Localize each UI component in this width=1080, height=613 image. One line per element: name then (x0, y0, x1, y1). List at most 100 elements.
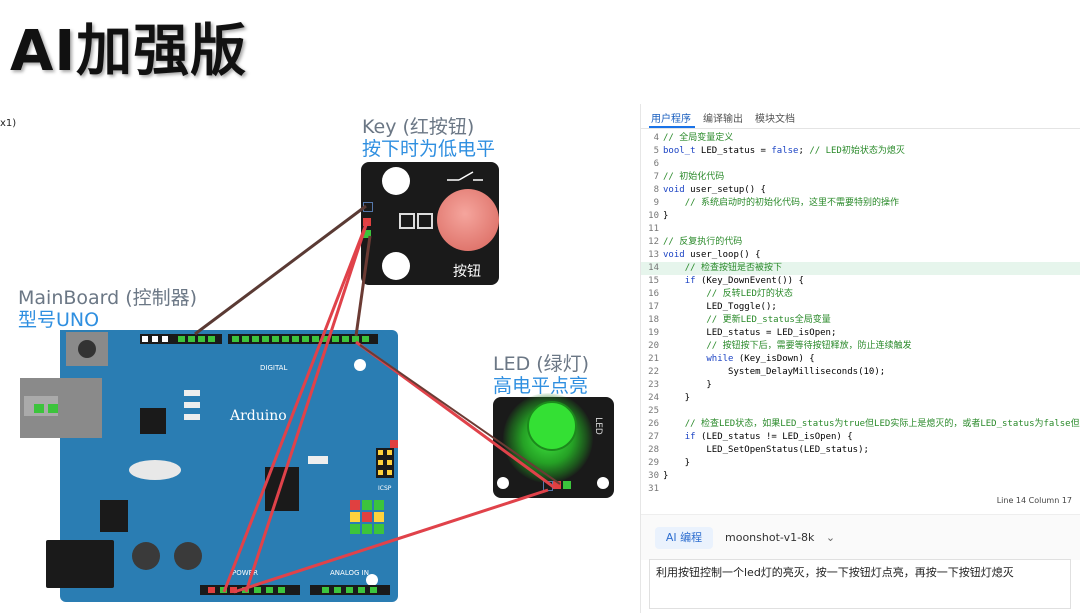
line-number: 25 (648, 406, 659, 416)
code-line[interactable]: 25 (641, 405, 1080, 418)
mainboard-subtitle: 型号UNO (18, 309, 100, 331)
red-push-button[interactable] (437, 189, 499, 251)
code-line[interactable]: 12 // 反复执行的代码 (641, 236, 1080, 249)
code-line[interactable]: 18 // 更新LED_status全局变量 (641, 314, 1080, 327)
code-text: System_DelayMilliseconds(10); (663, 367, 886, 377)
active-tab-indicator (649, 126, 695, 128)
key-module[interactable]: 按钮 (361, 162, 499, 285)
code-text: LED_SetOpenStatus(LED_status); (663, 445, 869, 455)
ai-programming-tab[interactable]: AI 编程 (655, 527, 713, 549)
line-number: 9 (653, 198, 659, 208)
line-number: 22 (648, 367, 659, 377)
led-side-label: LED (592, 417, 603, 435)
code-text: } (663, 393, 691, 403)
code-text: } (663, 380, 712, 390)
code-line[interactable]: 24 } (641, 392, 1080, 405)
code-line[interactable]: 29 } (641, 457, 1080, 470)
line-number: 14 (648, 263, 659, 273)
line-number: 11 (648, 224, 659, 234)
code-line[interactable]: 19 LED_status = LED_isOpen; (641, 327, 1080, 340)
line-number: 20 (648, 341, 659, 351)
line-number: 8 (653, 185, 659, 195)
code-line[interactable]: 23 } (641, 379, 1080, 392)
line-number: 23 (648, 380, 659, 390)
key-button-label: 按钮 (453, 264, 481, 280)
code-editor[interactable]: 4 // 全局变量定义 5 bool_t LED_status = false; //… (641, 132, 1080, 492)
code-text: // 反复执行的代码 (663, 237, 743, 247)
code-line[interactable]: 5 bool_t LED_status = false; // LED初始状态为熄… (641, 145, 1080, 158)
code-text: LED_Toggle(); (663, 302, 777, 312)
ai-prompt-input[interactable]: 利用按钮控制一个led灯的亮灭，按一下按钮灯点亮，再按一下按钮灯熄灭 (649, 559, 1071, 609)
code-line[interactable]: 6 (641, 158, 1080, 171)
code-line[interactable]: 22 System_DelayMilliseconds(10); (641, 366, 1080, 379)
code-text: if (LED_status != LED_isOpen) { (684, 432, 853, 442)
code-line[interactable]: 9 // 系统启动时的初始化代码，这里不需要特别的操作 (641, 197, 1080, 210)
code-line[interactable]: 17 LED_Toggle(); (641, 301, 1080, 314)
code-text: if (Key_DownEvent()) { (684, 276, 804, 286)
code-text: bool_t LED_status = false; // LED初始状态为熄灭 (663, 146, 905, 156)
led-module-title: LED (绿灯) (493, 353, 590, 375)
led-module[interactable]: LED (493, 393, 614, 498)
model-select[interactable]: moonshot-v1-8k ⌄ (725, 527, 835, 549)
line-number: 26 (648, 419, 659, 429)
pin-in[interactable] (553, 481, 561, 489)
code-line[interactable]: 14 // 检查按钮是否被按下 (641, 262, 1080, 275)
code-text: // 系统启动时的初始化代码，这里不需要特别的操作 (684, 198, 899, 208)
line-number: 28 (648, 445, 659, 455)
pin-vcc[interactable] (563, 481, 571, 489)
smd-pad (417, 213, 433, 229)
line-number: 7 (653, 172, 659, 182)
code-line[interactable]: 10} (641, 210, 1080, 223)
arduino-brand-text: Arduino (229, 408, 287, 424)
pin-out[interactable] (363, 218, 371, 226)
code-text: // 检查按钮是否被按下 (684, 263, 782, 273)
code-line[interactable]: 21 while (Key_isDown) { (641, 353, 1080, 366)
mount-hole (354, 359, 366, 371)
code-text: while (Key_isDown) { (706, 354, 815, 364)
digital-label: DIGITAL (260, 364, 287, 372)
line-number: 12 (648, 237, 659, 247)
code-line[interactable]: 20 // 按钮按下后，需要等待按钮释放，防止连续触发 (641, 340, 1080, 353)
code-line[interactable]: 26 // 检查LED状态，如果LED_status为true但LED实际上是熄… (641, 418, 1080, 431)
code-line[interactable]: 28 LED_SetOpenStatus(LED_status); (641, 444, 1080, 457)
tab-compile-output[interactable]: 编译输出 (703, 110, 743, 125)
cursor-status: Line 14 Column 17 (996, 496, 1072, 505)
pin-vcc[interactable] (363, 202, 373, 212)
code-text: } (663, 471, 669, 481)
code-line[interactable]: 11 (641, 223, 1080, 236)
code-line[interactable]: 7 // 初始化代码 (641, 171, 1080, 184)
chevron-down-icon: ⌄ (825, 531, 836, 544)
code-line[interactable]: 16 // 反转LED灯的状态 (641, 288, 1080, 301)
code-text: } (663, 458, 691, 468)
usb-port (20, 378, 102, 438)
switch-symbol-icon (447, 171, 483, 181)
crystal (129, 460, 181, 480)
power-jack (46, 540, 114, 588)
code-text: void user_loop() { (663, 250, 761, 260)
code-line[interactable]: 4 // 全局变量定义 (641, 132, 1080, 145)
reset-button[interactable] (66, 332, 108, 366)
code-text: } (663, 211, 669, 221)
tab-user-program[interactable]: 用户程序 (651, 110, 691, 125)
line-number: 4 (653, 133, 659, 143)
code-line[interactable]: 8 void user_setup() { (641, 184, 1080, 197)
line-number: 30 (648, 471, 659, 481)
tab-module-docs[interactable]: 模块文档 (755, 110, 795, 125)
code-line[interactable]: 15 if (Key_DownEvent()) { (641, 275, 1080, 288)
pin-gnd[interactable] (363, 230, 371, 238)
code-text: // 按钮按下后，需要等待按钮释放，防止连续触发 (706, 341, 912, 351)
icsp-label: ICSP (378, 485, 392, 492)
code-line[interactable]: 30} (641, 470, 1080, 483)
line-number: 31 (648, 484, 659, 492)
mount-hole (497, 477, 509, 489)
line-number: 24 (648, 393, 659, 403)
line-number: 29 (648, 458, 659, 468)
line-number: 5 (653, 146, 659, 156)
code-line[interactable]: 27 if (LED_status != LED_isOpen) { (641, 431, 1080, 444)
chip-small (140, 408, 166, 434)
pin-gnd[interactable] (543, 481, 553, 491)
code-line[interactable]: 31 (641, 483, 1080, 492)
regulator (100, 500, 128, 532)
code-line[interactable]: 13 void user_loop() { (641, 249, 1080, 262)
key-module-subtitle: 按下时为低电平 (362, 138, 496, 160)
